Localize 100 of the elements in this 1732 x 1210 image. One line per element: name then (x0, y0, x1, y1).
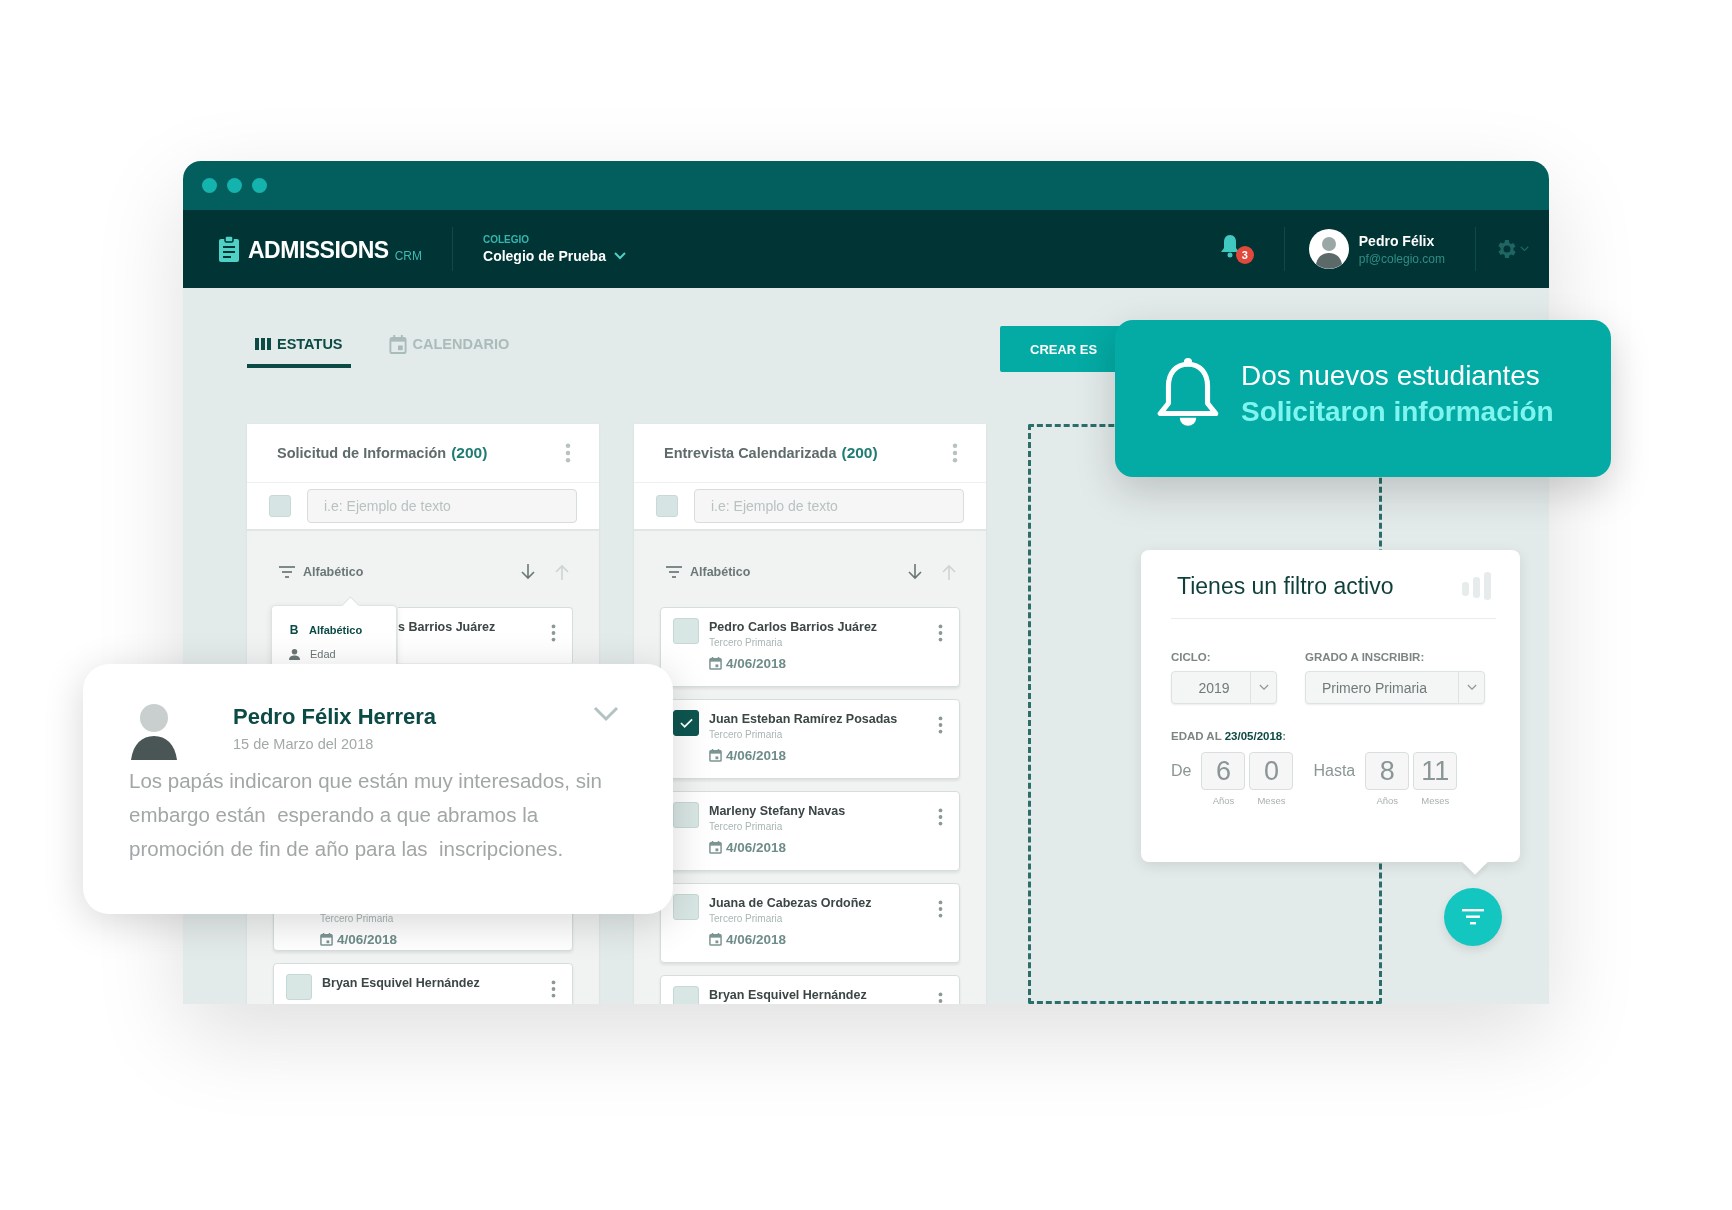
range-label: Hasta (1313, 761, 1356, 781)
avatar[interactable] (1308, 229, 1349, 269)
comment-text: Los papás indicaron que están muy interesados, sin embargo están esperando a que abramos la promoción de fin de año para las inscripciones. (129, 768, 603, 862)
checkbox[interactable] (673, 710, 699, 736)
interview-date: 4/06/2018 (337, 932, 398, 947)
years-field[interactable]: 6 (1201, 752, 1246, 790)
grade-select[interactable]: Primero Primaria (1305, 671, 1485, 704)
checkmark-icon (679, 718, 693, 728)
calendar-icon (709, 841, 722, 854)
calendar-icon (709, 749, 722, 762)
interview-date: 4/06/2018 (726, 748, 787, 763)
sort-label[interactable]: Alfabético (690, 565, 751, 579)
interview-date: 4/06/2018 (726, 840, 787, 855)
chevron-down-icon (1466, 684, 1477, 691)
tab[interactable]: ESTATUS (247, 324, 351, 368)
age-label: EDAD AL 23/05/2018: (1171, 730, 1288, 742)
student-name: Bryan Esquivel Hernández (322, 976, 481, 990)
window-dot[interactable] (227, 178, 242, 193)
arrow-down-icon[interactable] (908, 564, 922, 580)
student-grade: Tercero Primaria (709, 913, 784, 924)
student-name: Marleny Stefany Navas (709, 804, 847, 818)
student-grade: Tercero Primaria (320, 913, 395, 924)
student-name: Juan Esteban Ramírez Posadas (709, 712, 899, 726)
notification-count: 3 (1235, 246, 1254, 264)
student-card[interactable]: Pedro Carlos Barrios Juárez Tercero Primaria 4/06/2018 (660, 607, 960, 687)
comment-date: 15 de Marzo del 2018 (233, 736, 375, 752)
cycle-select[interactable]: 2019 (1171, 671, 1277, 704)
calendar-icon (709, 933, 722, 946)
years-field[interactable]: 8 (1365, 752, 1410, 790)
logo-text: ADMISSIONS (248, 239, 389, 262)
calendar-icon (320, 933, 333, 946)
filter-icon (1462, 909, 1484, 925)
chevron-down-icon[interactable] (593, 706, 619, 722)
notifications-button[interactable]: 3 (1219, 232, 1254, 266)
sort-label[interactable]: Alfabético (303, 565, 364, 579)
field-label: GRADO A INSCRIBIR: (1305, 651, 1426, 663)
school-selector[interactable]: Colegio de Prueba (483, 248, 626, 264)
student-grade: Tercero Primaria (709, 729, 784, 740)
column-title: Solicitud de Información (277, 445, 447, 461)
more-icon[interactable] (938, 716, 943, 734)
notification-title: Dos nuevos estudiantes (1241, 359, 1541, 392)
column-title: Entrevista Calendarizada (664, 445, 837, 461)
chevron-down-icon (1520, 246, 1529, 252)
student-card[interactable]: Juana de Cabezas Ordoñez Tercero Primaria 4/06/2018 (660, 883, 960, 963)
logo-suffix: CRM (394, 250, 422, 262)
student-card[interactable]: s Barrios Juárez (398, 607, 573, 663)
student-card[interactable]: Bryan Esquivel Hernández (273, 963, 573, 1004)
search-field[interactable]: i.e: Ejemplo de texto (307, 489, 577, 523)
more-icon[interactable] (952, 443, 958, 463)
range-label: De (1171, 761, 1192, 781)
field-label: CICLO: (1171, 651, 1212, 663)
column-count: (200) (841, 444, 878, 462)
sort-icon (279, 566, 295, 578)
columns-icon (255, 337, 271, 351)
more-icon[interactable] (565, 443, 571, 463)
calendar-icon (709, 657, 722, 670)
more-icon[interactable] (551, 624, 556, 642)
user-email: pf@colegio.com (1358, 251, 1445, 266)
interview-date: 4/06/2018 (726, 656, 787, 671)
filter-title: Tienes un filtro activo (1177, 572, 1394, 600)
months-field[interactable]: 11 (1413, 752, 1458, 790)
calendar-icon (388, 334, 407, 354)
student-name: Pedro Carlos Barrios Juárez (709, 620, 879, 634)
unit-label: Meses (1421, 795, 1450, 806)
more-icon[interactable] (551, 980, 556, 998)
unit-label: Años (1212, 795, 1235, 806)
window-dot[interactable] (202, 178, 217, 193)
select-all-checkbox[interactable] (269, 495, 291, 517)
school-label: COLEGIO (483, 234, 531, 245)
bell-icon (1219, 234, 1240, 258)
comment-author: Pedro Félix Herrera (233, 704, 437, 730)
chevron-down-icon (1258, 684, 1269, 691)
student-grade: Tercero Primaria (709, 637, 784, 648)
arrow-down-icon[interactable] (521, 564, 535, 580)
menu-item[interactable]: B Alfabético (288, 618, 396, 642)
person-icon (289, 648, 300, 660)
clipboard-icon (218, 236, 240, 262)
student-card[interactable]: Bryan Esquivel Hernández (660, 975, 960, 1004)
more-icon[interactable] (938, 900, 943, 918)
unit-label: Meses (1257, 795, 1286, 806)
student-name: Bryan Esquivel Hernández (709, 988, 868, 1002)
bars-icon (1462, 572, 1492, 600)
select-all-checkbox[interactable] (656, 495, 678, 517)
interview-date: 4/06/2018 (726, 932, 787, 947)
user-name: Pedro Félix (1358, 232, 1436, 249)
column-count: (200) (451, 444, 488, 462)
more-icon[interactable] (938, 808, 943, 826)
chevron-down-icon (613, 252, 626, 260)
sort-icon (666, 566, 682, 578)
letter-icon: B (288, 623, 300, 637)
student-name: s Barrios Juárez (398, 620, 497, 634)
search-field[interactable]: i.e: Ejemplo de texto (694, 489, 964, 523)
student-name: Juana de Cabezas Ordoñez (709, 896, 873, 910)
notification-message: Solicitaron información (1241, 395, 1554, 428)
unit-label: Años (1376, 795, 1399, 806)
more-icon[interactable] (938, 624, 943, 642)
student-grade: Tercero Primaria (709, 821, 784, 832)
months-field[interactable]: 0 (1249, 752, 1294, 790)
menu-item[interactable]: Edad (288, 642, 396, 666)
window-dot[interactable] (252, 178, 267, 193)
